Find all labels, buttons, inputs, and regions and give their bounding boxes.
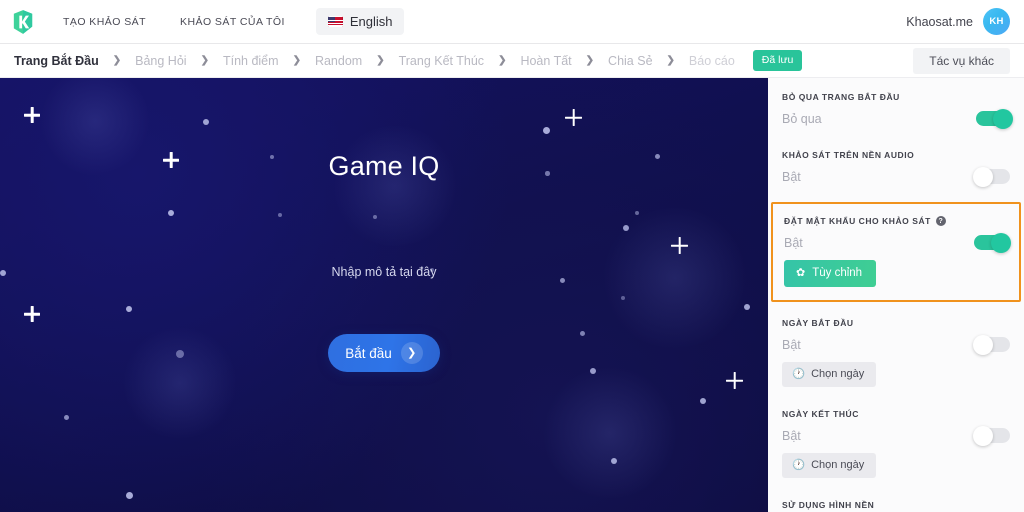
setting-row: Bật (782, 166, 1010, 187)
status-badge-saved: Đã lưu (752, 50, 803, 71)
setting-label-text: NGÀY BẮT ĐẦU (782, 318, 854, 328)
toggle-audio-background-survey[interactable] (973, 166, 1010, 187)
setting-label: NGÀY KẾT THÚC (782, 409, 1010, 419)
chevron-right-icon: ❯ (200, 55, 209, 66)
setting-end-date: NGÀY KẾT THÚC Bật 🕐 Chọn ngày (768, 387, 1024, 478)
clock-icon: 🕐 (792, 458, 806, 471)
setting-row: Bật (782, 334, 1010, 355)
setting-row: Bật (784, 232, 1011, 253)
language-selector[interactable]: English (315, 8, 405, 35)
chevron-right-icon: ❯ (498, 55, 507, 66)
gear-icon: ✿ (796, 266, 806, 279)
survey-description[interactable]: Nhập mô tả tại đây (332, 265, 437, 279)
setting-label-text: NGÀY KẾT THÚC (782, 409, 859, 419)
setting-start-date: NGÀY BẮT ĐẦU Bật 🕐 Chọn ngày (768, 302, 1024, 387)
toggle-knob (993, 108, 1013, 129)
setting-row: Bật (782, 425, 1010, 446)
customize-password-label: Tùy chỉnh (812, 267, 863, 279)
toggle-end-date[interactable] (973, 425, 1010, 446)
chevron-right-icon: ❯ (666, 55, 675, 66)
avatar[interactable]: KH (983, 8, 1010, 35)
top-nav-items: TẠO KHẢO SÁT KHẢO SÁT CỦA TÔI (46, 16, 302, 28)
breadcrumb-item-hoan-tat[interactable]: Hoàn Tất (520, 54, 571, 68)
setting-value: Bật (782, 169, 801, 184)
breadcrumb-item-bao-cao[interactable]: Báo cáo (689, 54, 735, 68)
setting-value: Bật (782, 428, 801, 443)
help-icon[interactable]: ? (935, 216, 946, 226)
setting-label-text: SỬ DỤNG HÌNH NỀN (782, 500, 875, 510)
setting-row: Bỏ qua (782, 108, 1013, 129)
setting-use-background-image: SỬ DỤNG HÌNH NỀN (768, 478, 1024, 510)
chevron-right-icon: ❯ (400, 342, 423, 364)
setting-label: BỎ QUA TRANG BẮT ĐẦU (782, 92, 1010, 102)
account-name: Khaosat.me (906, 14, 973, 29)
app-logo[interactable] (0, 9, 46, 34)
setting-label-text: BỎ QUA TRANG BẮT ĐẦU (782, 92, 900, 102)
end-date-picker-label: Chọn ngày (811, 459, 865, 471)
nav-my-surveys[interactable]: KHẢO SÁT CỦA TÔI (163, 16, 302, 28)
breadcrumb: Trang Bắt Đầu ❯ Bảng Hỏi ❯ Tính điểm ❯ R… (0, 44, 1024, 78)
breadcrumb-item-bang-hoi[interactable]: Bảng Hỏi (135, 54, 186, 68)
topbar-user-area: Khaosat.me KH (906, 8, 1024, 35)
toggle-start-date[interactable] (973, 334, 1010, 355)
breadcrumb-item-chia-se[interactable]: Chia Sẻ (608, 54, 652, 68)
toggle-knob (991, 232, 1011, 253)
breadcrumb-item-random[interactable]: Random (315, 54, 362, 68)
toggle-knob (973, 425, 993, 446)
toggle-survey-password[interactable] (974, 232, 1011, 253)
chevron-right-icon: ❯ (585, 55, 595, 66)
breadcrumb-item-tinh-diem[interactable]: Tính điểm (223, 54, 279, 68)
setting-audio-background-survey: KHẢO SÁT TRÊN NỀN AUDIO Bật (768, 126, 1024, 187)
more-actions-button[interactable]: Tác vụ khác (913, 47, 1010, 74)
chevron-right-icon: ❯ (376, 55, 385, 66)
start-button[interactable]: Bắt đầu ❯ (328, 334, 440, 372)
survey-preview-canvas[interactable]: Game IQ Nhập mô tả tại đây Bắt đầu ❯ (0, 78, 768, 512)
setting-label-text: KHẢO SÁT TRÊN NỀN AUDIO (782, 150, 915, 160)
app-root: TẠO KHẢO SÁT KHẢO SÁT CỦA TÔI English Kh… (0, 0, 1024, 512)
breadcrumb-item-trang-bat-dau[interactable]: Trang Bắt Đầu (14, 54, 99, 68)
nav-create-survey[interactable]: TẠO KHẢO SÁT (46, 16, 163, 28)
clock-icon: 🕐 (792, 367, 806, 380)
settings-panel[interactable]: BỎ QUA TRANG BẮT ĐẦU Bỏ qua KHẢO SÁT TRÊ… (768, 78, 1024, 512)
end-date-picker-button[interactable]: 🕐 Chọn ngày (782, 453, 877, 478)
breadcrumb-item-trang-ket-thuc[interactable]: Trang Kết Thúc (399, 54, 484, 68)
setting-label: SỬ DỤNG HÌNH NỀN (782, 500, 1010, 510)
top-navigation-bar: TẠO KHẢO SÁT KHẢO SÁT CỦA TÔI English Kh… (0, 0, 1024, 44)
customize-password-button[interactable]: ✿ Tùy chỉnh (784, 260, 877, 287)
khaosat-logo-icon (13, 9, 33, 34)
setting-value: Bật (782, 337, 801, 352)
toggle-skip-start-page[interactable] (976, 108, 1013, 129)
toggle-knob (973, 166, 993, 187)
survey-content: Game IQ Nhập mô tả tại đây Bắt đầu ❯ (0, 78, 768, 512)
toggle-knob (973, 334, 993, 355)
us-flag-icon (327, 16, 343, 27)
setting-value: Bỏ qua (782, 111, 822, 126)
setting-skip-start-page: BỎ QUA TRANG BẮT ĐẦU Bỏ qua (768, 78, 1024, 129)
setting-value: Bật (784, 235, 803, 250)
start-date-picker-button[interactable]: 🕐 Chọn ngày (782, 362, 877, 387)
survey-title[interactable]: Game IQ (329, 151, 440, 182)
setting-label-text: ĐẶT MẬT KHẨU CHO KHẢO SÁT (784, 216, 931, 226)
start-button-label: Bắt đầu (345, 345, 392, 361)
chevron-right-icon: ❯ (112, 55, 122, 66)
setting-label: ĐẶT MẬT KHẨU CHO KHẢO SÁT ? (784, 216, 1008, 226)
setting-label: NGÀY BẮT ĐẦU (782, 318, 1010, 328)
setting-label: KHẢO SÁT TRÊN NỀN AUDIO (782, 150, 1010, 160)
chevron-right-icon: ❯ (292, 55, 301, 66)
start-date-picker-label: Chọn ngày (811, 368, 865, 380)
setting-survey-password: ĐẶT MẬT KHẨU CHO KHẢO SÁT ? Bật ✿ Tùy ch… (771, 202, 1021, 302)
language-label: English (349, 14, 393, 29)
